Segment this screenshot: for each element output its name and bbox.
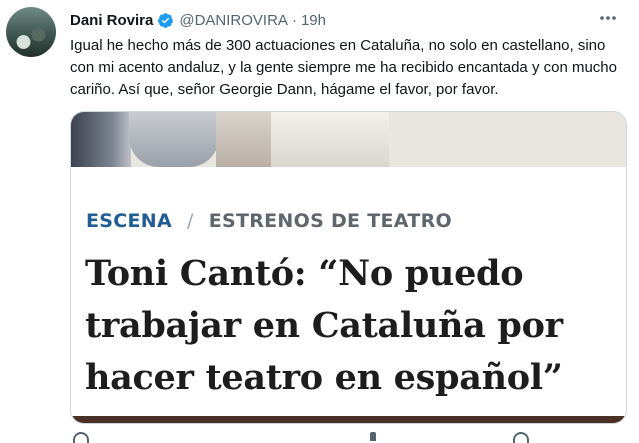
reply-icon[interactable]: [73, 432, 89, 443]
subsection-name: ESTRENOS DE TEATRO: [208, 210, 452, 232]
verified-badge-icon: [158, 12, 174, 28]
avatar[interactable]: [6, 7, 56, 57]
link-card[interactable]: ESCENA / ESTRENOS DE TEATRO Toni Cantó: “N…: [70, 111, 627, 424]
card-image: [71, 112, 626, 167]
author-name[interactable]: Dani Rovira: [70, 12, 153, 29]
author-handle[interactable]: @DANIROVIRA: [179, 12, 288, 29]
separator-dot: ·: [291, 11, 297, 29]
section-name: ESCENA: [86, 210, 172, 232]
tweet-actions: [70, 432, 630, 443]
like-icon[interactable]: [513, 432, 529, 443]
card-headline: Toni Cantó: “No puedo trabajar en Catalu…: [85, 253, 563, 398]
card-bottom-bar: [71, 416, 626, 423]
card-section-label: ESCENA / ESTRENOS DE TEATRO: [86, 210, 452, 232]
tweet-header: Dani Rovira @DANIROVIRA · 19h: [70, 10, 619, 30]
more-options-icon[interactable]: [597, 8, 619, 28]
timestamp[interactable]: 19h: [301, 12, 326, 29]
retweet-icon[interactable]: [370, 432, 376, 441]
tweet-text: Igual he hecho más de 300 actuaciones en…: [70, 37, 617, 98]
section-separator: /: [187, 210, 194, 232]
